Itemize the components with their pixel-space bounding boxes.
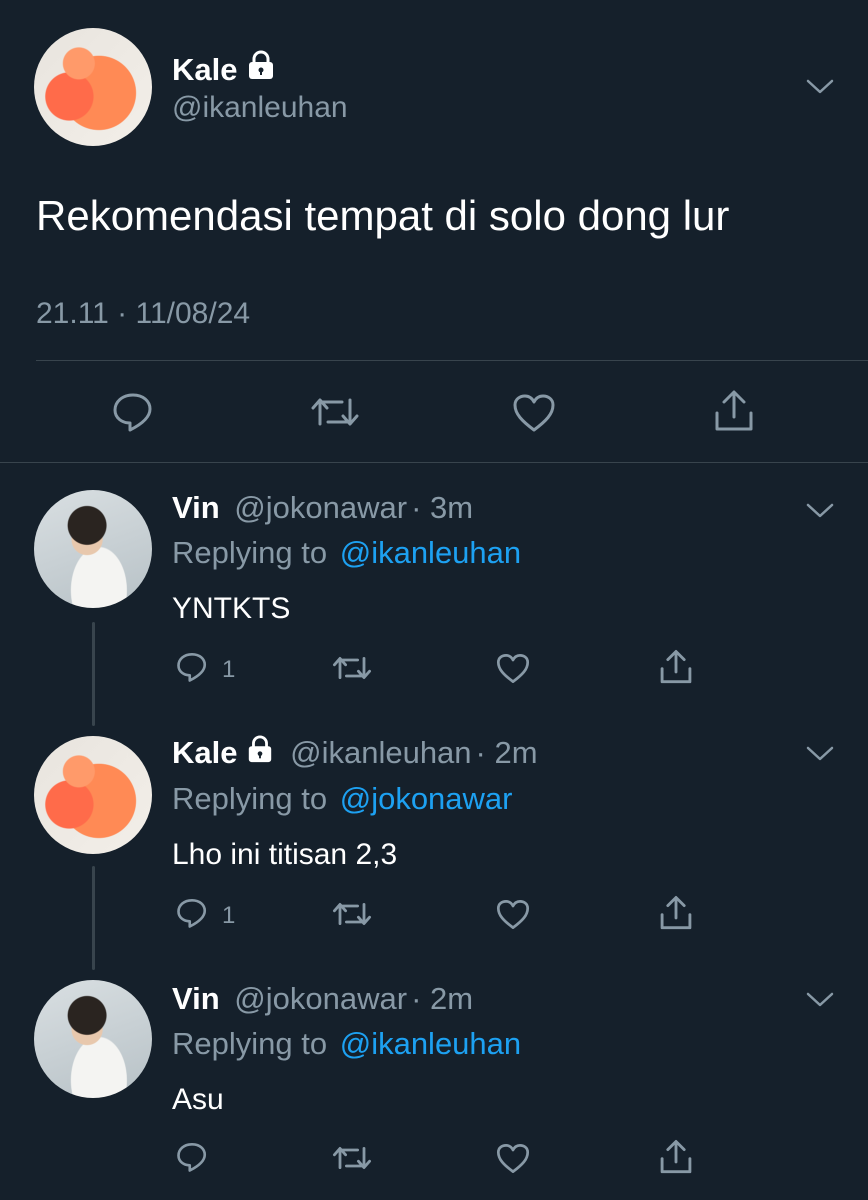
thread-line [92, 866, 95, 970]
reply-icon[interactable] [176, 1142, 208, 1172]
tweet-time: · 3m [411, 490, 474, 525]
thread-line [92, 622, 95, 726]
reply-icon[interactable] [176, 898, 208, 928]
tweet-text: Asu [172, 1083, 224, 1116]
reply-count: 1 [222, 656, 236, 683]
like-icon[interactable] [496, 1143, 530, 1174]
chevron-down-icon[interactable] [806, 78, 834, 96]
share-icon[interactable] [658, 649, 694, 685]
chevron-down-icon[interactable] [806, 991, 834, 1009]
tweet-time: · 2m [475, 735, 538, 770]
tweet-timestamp: 21.11 · 11/08/24 [36, 297, 251, 330]
lock-icon [245, 735, 275, 771]
share-icon[interactable] [658, 895, 694, 931]
mention-link[interactable]: @ikanleuhan [340, 1026, 521, 1061]
like-icon[interactable] [496, 899, 530, 930]
reply-header: Vin @jokonawar · 2m [172, 981, 473, 1017]
tweet-text: YNTKTS [172, 592, 291, 625]
display-name[interactable]: Vin [172, 490, 220, 525]
avatar[interactable] [34, 980, 152, 1098]
divider [36, 360, 868, 361]
username[interactable]: @ikanleuhan [290, 735, 471, 770]
display-name[interactable]: Kale [172, 50, 277, 88]
replying-to: Replying to @jokonawar [172, 781, 513, 816]
tweet-text: Lho ini titisan 2,3 [172, 838, 398, 871]
mention-link[interactable]: @ikanleuhan [340, 535, 521, 570]
reply-header: Kale @ikanleuhan · 2m [172, 735, 538, 771]
retweet-icon[interactable] [332, 1143, 372, 1173]
chevron-down-icon[interactable] [806, 745, 834, 763]
lock-icon [245, 50, 277, 88]
retweet-icon[interactable] [332, 653, 372, 683]
display-name[interactable]: Kale [172, 735, 237, 770]
avatar[interactable] [34, 490, 152, 608]
reply-icon[interactable] [112, 392, 154, 432]
replying-to: Replying to @ikanleuhan [172, 535, 522, 570]
divider [0, 462, 868, 463]
like-icon[interactable] [496, 653, 530, 684]
tweet-text: Rekomendasi tempat di solo dong lur [36, 192, 730, 239]
mention-link[interactable]: @jokonawar [340, 781, 513, 816]
avatar[interactable] [34, 736, 152, 854]
username[interactable]: @jokonawar [234, 981, 407, 1016]
retweet-icon[interactable] [332, 899, 372, 929]
display-name[interactable]: Vin [172, 981, 220, 1016]
username[interactable]: @ikanleuhan [172, 91, 348, 125]
username[interactable]: @jokonawar [234, 490, 407, 525]
reply-header: Vin @jokonawar · 3m [172, 490, 473, 526]
retweet-icon[interactable] [310, 394, 360, 430]
avatar[interactable] [34, 28, 152, 146]
chevron-down-icon[interactable] [806, 502, 834, 520]
tweet-time: · 2m [411, 981, 474, 1016]
reply-icon[interactable] [176, 652, 208, 682]
replying-to: Replying to @ikanleuhan [172, 1026, 522, 1061]
share-icon[interactable] [712, 389, 756, 433]
share-icon[interactable] [658, 1139, 694, 1175]
reply-count: 1 [222, 902, 236, 929]
like-icon[interactable] [512, 393, 556, 433]
